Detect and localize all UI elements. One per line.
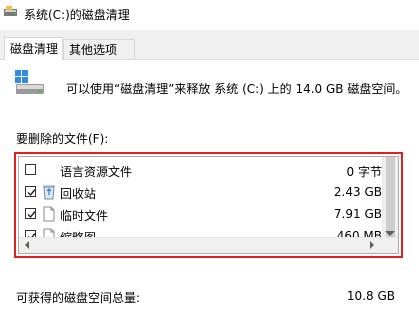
total-space-label: 可获得的磁盘空间总量:	[16, 291, 141, 305]
item-size: 0 字节	[346, 165, 382, 179]
summary-text: 可以使用“磁盘清理”来释放 系统 (C:) 上的 14.0 GB 磁盘空间。	[66, 82, 408, 96]
checkbox[interactable]	[25, 208, 36, 219]
scroll-down-arrow-icon[interactable]	[385, 231, 395, 236]
checkbox[interactable]	[25, 164, 36, 175]
tab-disk-cleanup[interactable]: 磁盘清理	[4, 37, 63, 60]
item-name: 语言资源文件	[60, 165, 133, 179]
files-to-delete-label: 要删除的文件(F):	[16, 132, 109, 146]
list-item[interactable]: 语言资源文件 0 字节	[19, 159, 387, 181]
scroll-right-arrow-icon[interactable]	[370, 241, 374, 249]
list-item[interactable]: 回收站 2.43 GB	[19, 181, 387, 203]
files-list-highlight: 语言资源文件 0 字节 回收站 2.43 GB 临时文件 7.91 GB 460…	[14, 152, 403, 258]
window-title: 系统(C:)的磁盘清理	[24, 8, 130, 22]
recycle-bin-icon	[42, 184, 56, 200]
vertical-scrollbar[interactable]	[382, 157, 398, 238]
item-size: 7.91 GB	[333, 207, 382, 221]
item-name: 临时文件	[60, 209, 109, 223]
total-space-value: 10.8 GB	[346, 289, 395, 303]
document-icon	[42, 206, 56, 222]
checkbox[interactable]	[25, 186, 36, 197]
horizontal-scrollbar[interactable]	[19, 237, 398, 253]
scroll-left-arrow-icon[interactable]	[25, 241, 29, 249]
vertical-scroll-thumb[interactable]	[386, 157, 395, 237]
disk-cleanup-icon	[4, 6, 17, 18]
list-item[interactable]: 临时文件 7.91 GB	[19, 203, 387, 225]
hard-drive-icon	[14, 70, 46, 96]
tab-more-options[interactable]: 其他选项	[63, 39, 135, 59]
files-list[interactable]: 语言资源文件 0 字节 回收站 2.43 GB 临时文件 7.91 GB 460…	[18, 156, 399, 254]
item-name: 回收站	[60, 187, 97, 201]
item-size: 2.43 GB	[333, 185, 382, 199]
